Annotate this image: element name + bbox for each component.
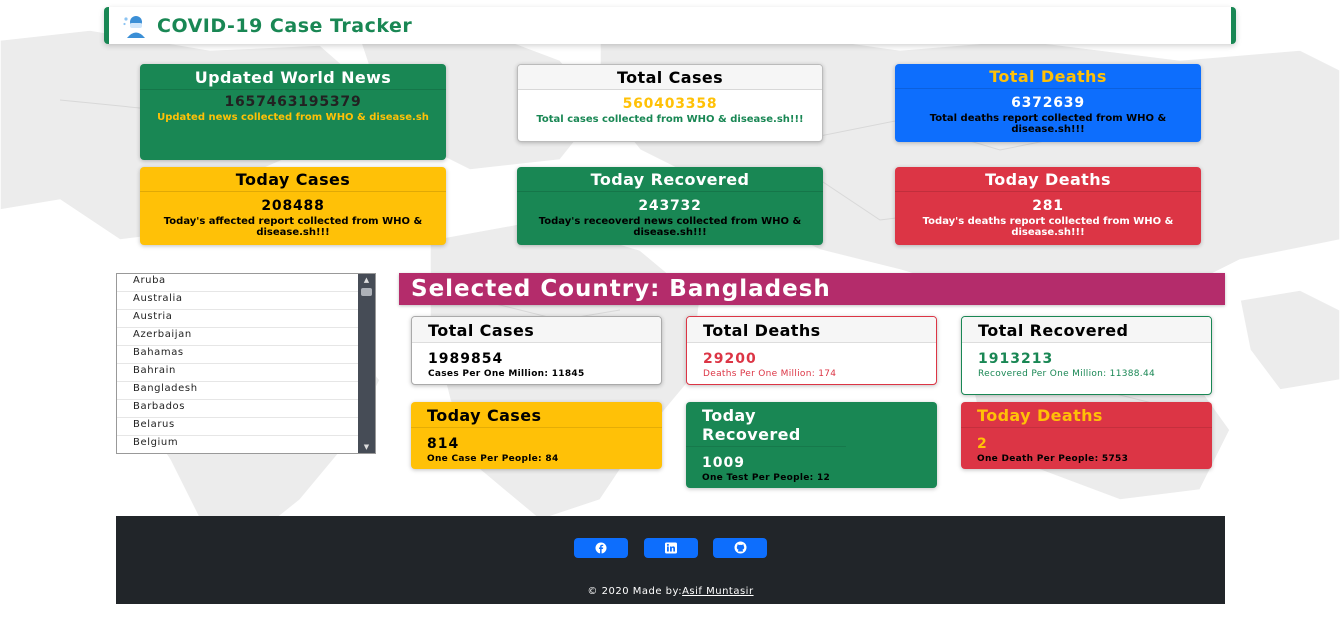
card-value: 281 [1032, 198, 1064, 214]
linkedin-icon [664, 539, 678, 558]
page-footer: © 2020 Made by:Asif Muntasir [116, 516, 1225, 604]
card-title: Total Cases [412, 317, 661, 343]
card-value: 29200 [703, 351, 757, 367]
card-note: Today's receoverd news collected from WH… [538, 216, 802, 238]
doctor-mask-icon [121, 12, 149, 40]
card-total-deaths: Total Deaths 6372639 Total deaths report… [895, 64, 1201, 142]
card-title: Today Cases [140, 167, 446, 192]
country-card-total-cases: Total Cases 1989854 Cases Per One Millio… [411, 316, 662, 385]
card-note: One Case Per People: 84 [427, 454, 559, 464]
card-value: 1989854 [428, 351, 504, 367]
scroll-down-icon[interactable]: ▼ [358, 441, 375, 453]
card-title: Total Deaths [687, 317, 936, 343]
card-updated-world-news: Updated World News 1657463195379 Updated… [140, 64, 446, 160]
card-value: 6372639 [1011, 95, 1085, 111]
card-total-cases: Total Cases 560403358 Total cases collec… [517, 64, 823, 142]
card-value: 208488 [261, 198, 325, 214]
country-card-total-deaths: Total Deaths 29200 Deaths Per One Millio… [686, 316, 937, 385]
card-value: 243732 [638, 198, 702, 214]
country-option[interactable]: Belgium [117, 436, 359, 453]
card-today-deaths: Today Deaths 281 Today's deaths report c… [895, 167, 1201, 245]
country-option[interactable]: Aruba [117, 274, 359, 292]
card-title: Today Recovered [686, 402, 846, 447]
card-note: Deaths Per One Million: 174 [703, 369, 837, 379]
country-card-today-cases: Today Cases 814 One Case Per People: 84 [411, 402, 662, 469]
card-note: Today's affected report collected from W… [163, 216, 423, 238]
card-value: 1913213 [978, 351, 1054, 367]
github-icon [734, 539, 747, 558]
author-link[interactable]: Asif Muntasir [682, 586, 753, 597]
card-title: Updated World News [140, 64, 446, 90]
card-note: One Test Per People: 12 [702, 473, 831, 483]
country-card-today-recovered: Today Recovered 1009 One Test Per People… [686, 402, 937, 488]
card-note: Today's deaths report collected from WHO… [922, 216, 1174, 238]
country-option[interactable]: Bangladesh [117, 382, 359, 400]
scroll-up-icon[interactable]: ▲ [358, 274, 375, 286]
country-card-today-deaths: Today Deaths 2 One Death Per People: 575… [961, 402, 1212, 469]
country-card-total-recovered: Total Recovered 1913213 Recovered Per On… [961, 316, 1212, 395]
facebook-icon [595, 539, 607, 558]
app-header: COVID-19 Case Tracker [104, 7, 1236, 44]
facebook-button[interactable] [574, 538, 628, 558]
card-note: Cases Per One Million: 11845 [428, 369, 585, 379]
card-today-recovered: Today Recovered 243732 Today's receoverd… [517, 167, 823, 245]
card-note: Updated news collected from WHO & diseas… [157, 112, 429, 123]
scrollbar-thumb[interactable] [361, 288, 372, 296]
card-today-cases: Today Cases 208488 Today's affected repo… [140, 167, 446, 245]
country-option[interactable]: Bahrain [117, 364, 359, 382]
card-title: Today Recovered [517, 167, 823, 192]
card-value: 560403358 [622, 96, 718, 112]
github-button[interactable] [713, 538, 767, 558]
list-scrollbar[interactable]: ▲ ▼ [358, 274, 375, 453]
card-title: Total Recovered [962, 317, 1211, 343]
card-title: Today Deaths [961, 402, 1212, 428]
card-title: Today Cases [411, 402, 662, 428]
card-value: 1009 [702, 455, 745, 471]
card-note: Total cases collected from WHO & disease… [536, 114, 804, 125]
card-note: Recovered Per One Million: 11388.44 [978, 369, 1156, 379]
country-option[interactable]: Barbados [117, 400, 359, 418]
card-value: 814 [427, 436, 460, 452]
card-value: 1657463195379 [224, 94, 362, 110]
copyright-text: © 2020 Made by:Asif Muntasir [116, 586, 1225, 597]
linkedin-button[interactable] [644, 538, 698, 558]
country-option[interactable]: Azerbaijan [117, 328, 359, 346]
country-option[interactable]: Belarus [117, 418, 359, 436]
card-title: Today Deaths [895, 167, 1201, 192]
country-option[interactable]: Austria [117, 310, 359, 328]
selected-country-banner: Selected Country: Bangladesh [399, 273, 1225, 305]
card-title: Total Deaths [895, 64, 1201, 89]
country-option[interactable]: Australia [117, 292, 359, 310]
card-note: One Death Per People: 5753 [977, 454, 1129, 464]
country-select-list[interactable]: Aruba Australia Austria Azerbaijan Bahamas Ba… [116, 273, 376, 454]
app-title: COVID-19 Case Tracker [157, 14, 413, 37]
country-option[interactable]: Bahamas [117, 346, 359, 364]
card-note: Total deaths report collected from WHO &… [929, 113, 1167, 135]
copyright-label: © 2020 Made by: [587, 586, 683, 597]
card-title: Total Cases [518, 65, 822, 90]
card-value: 2 [977, 436, 988, 452]
